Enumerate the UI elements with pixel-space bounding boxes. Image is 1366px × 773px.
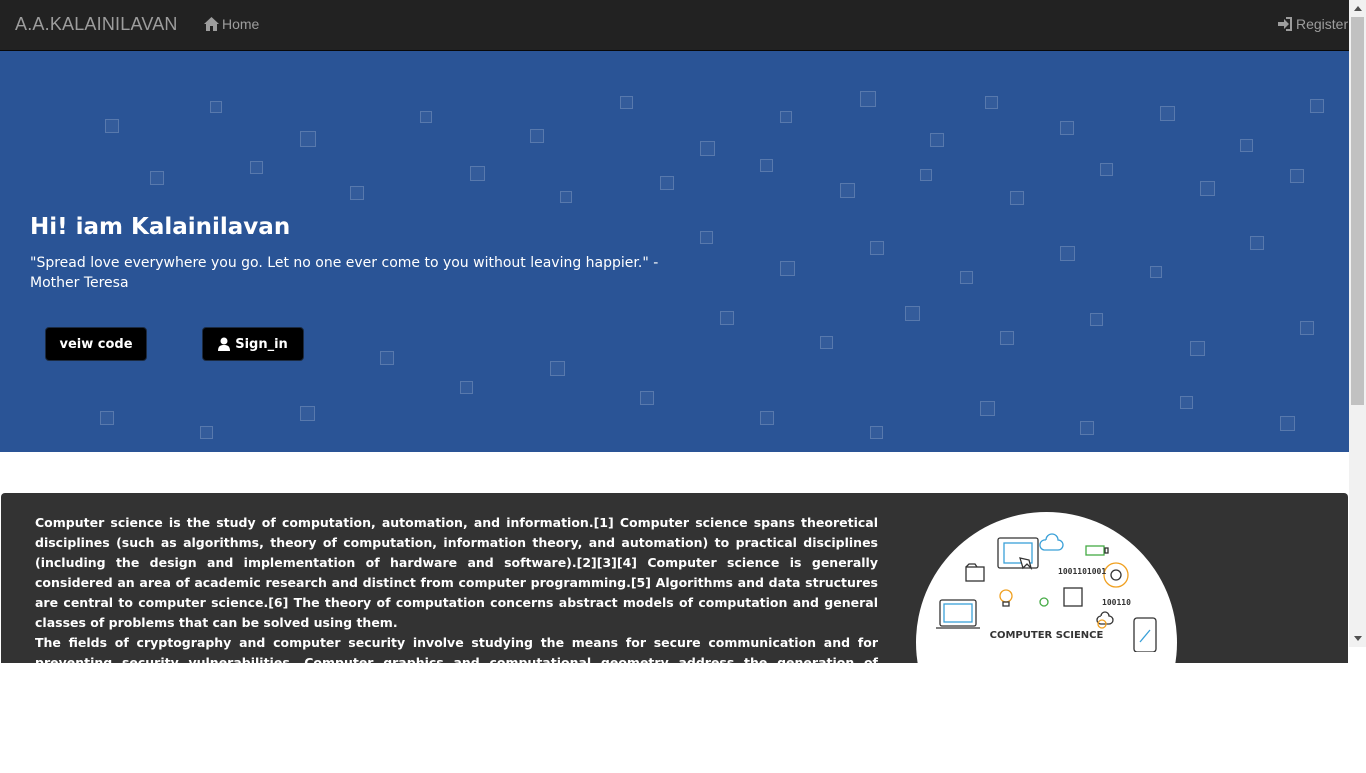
view-code-button[interactable]: veiw code (45, 327, 147, 361)
about-panel: Computer science is the study of computa… (1, 493, 1348, 773)
sign-in-button[interactable]: Sign_in (202, 327, 304, 361)
hero-quote: "Spread love everywhere you go. Let no o… (30, 255, 659, 291)
hero-banner: Hi! iam Kalainilavan "Spread love everyw… (0, 51, 1349, 452)
about-paragraph-1: Computer science is the study of computa… (35, 515, 878, 630)
sign-in-icon (1278, 17, 1293, 31)
illustration-caption: COMPUTER SCIENCE (989, 630, 1104, 641)
hero-title: Hi! iam Kalainilavan (30, 214, 291, 240)
page-scrollbar[interactable] (1349, 0, 1366, 647)
scrollbar-thumb[interactable] (1351, 17, 1364, 405)
home-icon (204, 17, 219, 31)
user-icon (218, 337, 231, 351)
brand-name[interactable]: A.A.KALAINILAVAN (15, 14, 178, 35)
about-text: Computer science is the study of computa… (35, 513, 878, 693)
sign-in-label: Sign_in (235, 336, 288, 352)
nav-register-link[interactable]: Register (1278, 16, 1348, 32)
view-code-label: veiw code (59, 336, 133, 352)
about-paragraph-2: The fields of cryptography and computer … (35, 635, 878, 690)
computer-science-illustration: 1001101001 100110 COMPUTER SCIENCE (916, 512, 1177, 773)
top-navbar: A.A.KALAINILAVAN Home Register (0, 0, 1349, 51)
scroll-down-arrow-icon[interactable] (1349, 630, 1366, 647)
binary-text-1: 1001101001 (1058, 567, 1106, 576)
nav-home-label: Home (222, 16, 260, 32)
nav-home-link[interactable]: Home (204, 16, 259, 32)
nav-register-label: Register (1296, 16, 1349, 32)
scroll-up-arrow-icon[interactable] (1349, 0, 1366, 17)
binary-text-2: 100110 (1102, 598, 1131, 607)
